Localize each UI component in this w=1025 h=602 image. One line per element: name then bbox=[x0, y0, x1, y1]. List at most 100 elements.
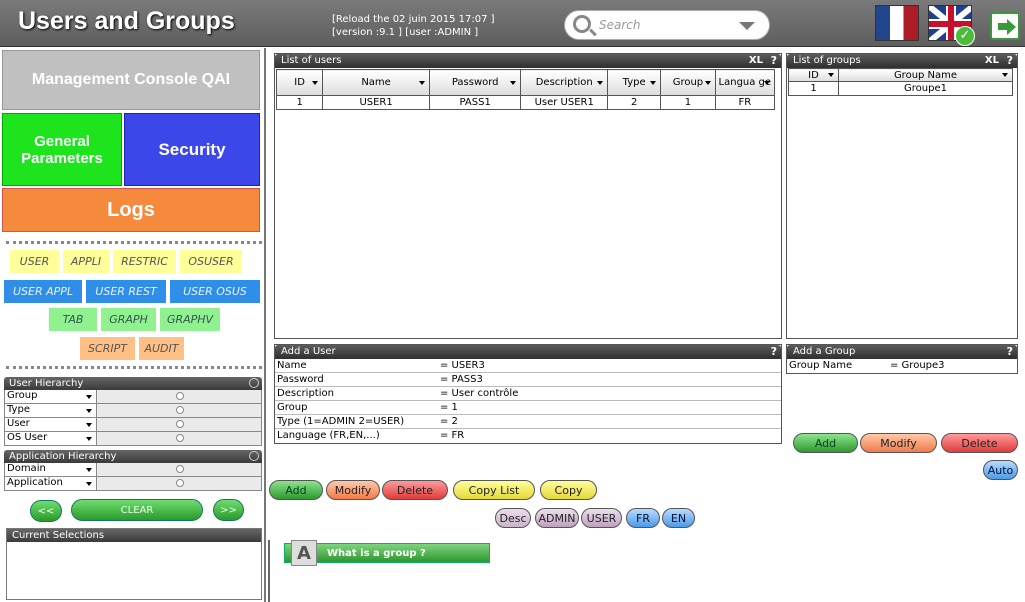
hierarchy-row[interactable]: OS User bbox=[4, 432, 262, 446]
fr-flag-icon[interactable] bbox=[875, 5, 919, 41]
cell[interactable]: Groupe1 bbox=[838, 81, 1013, 96]
type-field[interactable]: = 2 bbox=[440, 415, 458, 428]
password-field[interactable]: = PASS3 bbox=[440, 373, 483, 386]
tag-user-osus[interactable]: USER OSUS bbox=[170, 280, 260, 303]
hierarchy-row[interactable]: User bbox=[4, 418, 262, 432]
col-header-group-name[interactable]: Group Name bbox=[838, 68, 1013, 82]
help-icon[interactable]: ? bbox=[1007, 54, 1013, 68]
hierarchy-select-application[interactable]: Application bbox=[5, 477, 97, 490]
tag-audit[interactable]: AUDIT bbox=[139, 337, 184, 360]
cell[interactable]: 2 bbox=[606, 95, 662, 110]
help-icon[interactable]: ? bbox=[771, 54, 777, 68]
hierarchy-row[interactable]: Domain bbox=[4, 463, 262, 477]
tag-osuser[interactable]: OSUSER bbox=[180, 250, 242, 273]
radio-icon[interactable] bbox=[176, 465, 184, 473]
filter-admin[interactable]: ADMIN bbox=[535, 508, 579, 528]
cell[interactable]: 1 bbox=[275, 95, 324, 110]
group-field[interactable]: = 1 bbox=[440, 401, 458, 414]
hierarchy-row[interactable]: Group bbox=[4, 390, 262, 404]
col-header-id[interactable]: ID bbox=[275, 69, 324, 96]
filter-en[interactable]: EN bbox=[662, 508, 695, 528]
col-header-password[interactable]: Password bbox=[428, 69, 522, 96]
table-row[interactable]: 1 USER1 PASS1 User USER1 2 1 FR bbox=[275, 95, 776, 110]
export-xl-button[interactable]: XL bbox=[749, 54, 763, 68]
next-button[interactable]: >> bbox=[213, 499, 244, 521]
col-header-description[interactable]: Description bbox=[520, 69, 608, 96]
form-row[interactable]: Group = 1 bbox=[275, 401, 781, 415]
add-group-button[interactable]: Add bbox=[793, 433, 858, 453]
hierarchy-row[interactable]: Type bbox=[4, 404, 262, 418]
help-icon[interactable]: ? bbox=[1007, 345, 1013, 359]
hierarchy-select-group[interactable]: Group bbox=[5, 390, 97, 403]
copy-list-button[interactable]: Copy List bbox=[453, 480, 535, 500]
name-field[interactable]: = USER3 bbox=[440, 359, 485, 372]
filter-user[interactable]: USER bbox=[581, 508, 622, 528]
tag-script[interactable]: SCRIPT bbox=[80, 337, 135, 360]
help-icon[interactable]: ? bbox=[771, 345, 777, 359]
chevron-down-icon[interactable] bbox=[739, 22, 755, 30]
delete-group-button[interactable]: Delete bbox=[941, 433, 1018, 453]
radio-icon[interactable] bbox=[176, 434, 184, 442]
security-button[interactable]: Security bbox=[124, 113, 260, 186]
exit-icon[interactable] bbox=[990, 12, 1020, 40]
hierarchy-row[interactable]: Application bbox=[4, 477, 262, 491]
filter-fr[interactable]: FR bbox=[626, 508, 660, 528]
col-header-id[interactable]: ID bbox=[788, 68, 839, 82]
search-placeholder[interactable]: Search bbox=[599, 18, 641, 32]
modify-user-button[interactable]: Modify bbox=[326, 480, 380, 500]
add-user-button[interactable]: Add bbox=[269, 480, 323, 500]
form-row[interactable]: Group Name = Groupe3 bbox=[787, 359, 1017, 373]
modify-group-button[interactable]: Modify bbox=[860, 433, 937, 453]
radio-icon[interactable] bbox=[176, 406, 184, 414]
prev-button[interactable]: << bbox=[30, 500, 62, 522]
copy-button[interactable]: Copy bbox=[540, 480, 597, 500]
what-is-a-group-link[interactable]: A What is a group ? bbox=[284, 540, 490, 566]
search-box[interactable]: Search bbox=[564, 10, 770, 40]
col-header-name[interactable]: Name bbox=[322, 69, 430, 96]
hierarchy-select-user[interactable]: User bbox=[5, 418, 97, 431]
tag-graph[interactable]: GRAPH bbox=[101, 308, 156, 331]
form-row[interactable]: Name = USER3 bbox=[275, 359, 781, 373]
tag-user-appl[interactable]: USER APPL bbox=[4, 280, 82, 303]
hierarchy-select-type[interactable]: Type bbox=[5, 404, 97, 417]
table-row[interactable]: 1 Groupe1 bbox=[788, 81, 1013, 96]
col-header-group[interactable]: Group bbox=[660, 69, 716, 96]
radio-icon[interactable] bbox=[176, 479, 184, 487]
tag-graphv[interactable]: GRAPHV bbox=[160, 308, 220, 331]
radio-icon[interactable] bbox=[176, 392, 184, 400]
group-name-field[interactable]: = Groupe3 bbox=[890, 359, 945, 372]
radio-icon[interactable] bbox=[176, 420, 184, 428]
logs-button[interactable]: Logs bbox=[2, 188, 260, 232]
description-field[interactable]: = User contrôle bbox=[440, 387, 518, 400]
language-field[interactable]: = FR bbox=[440, 429, 464, 442]
tag-restric[interactable]: RESTRIC bbox=[113, 250, 176, 273]
auto-button[interactable]: Auto bbox=[983, 460, 1018, 480]
cell[interactable]: PASS1 bbox=[428, 95, 522, 110]
cell[interactable]: USER1 bbox=[322, 95, 430, 110]
refresh-icon[interactable] bbox=[249, 378, 259, 388]
hierarchy-select-os-user[interactable]: OS User bbox=[5, 432, 97, 445]
hierarchy-select-domain[interactable]: Domain bbox=[5, 463, 97, 476]
form-row[interactable]: Password = PASS3 bbox=[275, 373, 781, 387]
management-console-button[interactable]: Management Console QAI bbox=[2, 50, 260, 110]
tag-tab[interactable]: TAB bbox=[49, 308, 97, 331]
filter-desc[interactable]: Desc bbox=[495, 508, 531, 528]
form-row[interactable]: Type (1=ADMIN 2=USER) = 2 bbox=[275, 415, 781, 429]
clear-button[interactable]: CLEAR bbox=[71, 499, 203, 521]
form-row[interactable]: Language (FR,EN,...) = FR bbox=[275, 429, 781, 443]
form-row[interactable]: Description = User contrôle bbox=[275, 387, 781, 401]
general-parameters-button[interactable]: General Parameters bbox=[2, 113, 122, 186]
tag-user[interactable]: USER bbox=[10, 250, 59, 273]
delete-user-button[interactable]: Delete bbox=[382, 480, 448, 500]
tag-user-rest[interactable]: USER REST bbox=[86, 280, 166, 303]
col-header-language[interactable]: Langua ge bbox=[714, 69, 776, 96]
cell[interactable]: User USER1 bbox=[520, 95, 608, 110]
export-xl-button[interactable]: XL bbox=[985, 54, 999, 68]
cell[interactable]: 1 bbox=[660, 95, 716, 110]
refresh-icon[interactable] bbox=[249, 451, 259, 461]
col-header-type[interactable]: Type bbox=[606, 69, 662, 96]
tag-appli[interactable]: APPLI bbox=[63, 250, 109, 273]
cell[interactable]: 1 bbox=[788, 81, 839, 96]
add-user-fields: Name = USER3 Password = PASS3 Description =… bbox=[275, 359, 781, 443]
cell[interactable]: FR bbox=[714, 95, 776, 110]
